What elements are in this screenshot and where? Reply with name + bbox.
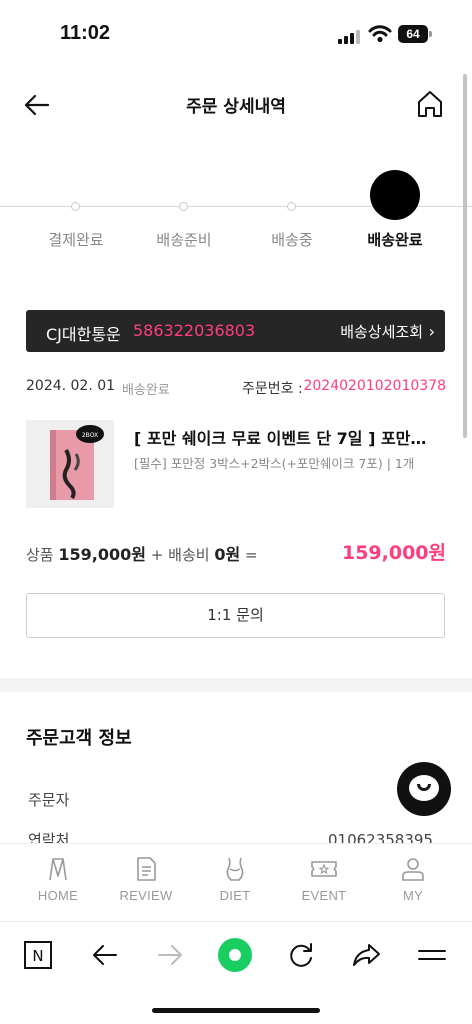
order-status: 배송완료: [122, 383, 170, 398]
step-active-marker: [370, 170, 420, 220]
product-name[interactable]: [ 포만 쉐이크 무료 이벤트 단 7일 ] 포만정 3박스+2박스: [134, 425, 434, 449]
product-option: [필수] 포만정 3박스+2박스(+포만쉐이크 7포) | 1개: [134, 456, 415, 471]
shipping-label: 배송비: [168, 546, 210, 564]
delivery-progress: 결제완료 배송준비 배송중 배송완료: [0, 160, 472, 260]
courier-name: CJ대한통운: [46, 325, 121, 344]
signal-icon: [338, 28, 362, 44]
status-bar: 11:02 64: [0, 0, 472, 70]
step-label-paid: 결제완료: [48, 231, 104, 249]
customer-info-title: 주문고객 정보: [26, 728, 132, 749]
menu-icon[interactable]: [416, 939, 448, 971]
price-breakdown: 상품 159,000원 + 배송비 0원 =: [26, 541, 258, 565]
wifi-icon: [368, 25, 392, 43]
step-dot: [179, 202, 188, 211]
order-date: 2024. 02. 01: [26, 378, 116, 394]
product-price-label: 상품: [26, 546, 54, 564]
nav-label-event: EVENT: [301, 888, 347, 903]
browser-toolbar: N: [0, 921, 472, 989]
battery-tip: [429, 31, 432, 37]
tracking-number: 586322036803: [133, 321, 256, 340]
equals-sign: =: [244, 546, 258, 564]
ticket-icon: [311, 861, 337, 877]
diet-icon: [226, 857, 244, 881]
bottom-nav: HOME REVIEW DIET EVENT MY: [0, 843, 472, 921]
nav-my[interactable]: MY: [369, 856, 457, 916]
step-dot: [71, 202, 80, 211]
nav-diet[interactable]: DIET: [191, 856, 279, 916]
product-thumbnail: 2BOX: [26, 420, 114, 508]
page-title: 주문 상세내역: [186, 97, 286, 117]
review-icon: [137, 857, 156, 881]
nav-label-review: REVIEW: [119, 888, 173, 903]
product-item[interactable]: 2BOX [ 포만 쉐이크 무료 이벤트 단 7일 ] 포만정 3박스+2박스 …: [26, 420, 446, 512]
reload-icon[interactable]: [285, 939, 317, 971]
total-price: 159,000원: [341, 542, 446, 564]
nav-event[interactable]: EVENT: [280, 856, 368, 916]
price-summary: 상품 159,000원 + 배송비 0원 = 159,000원: [26, 538, 446, 564]
share-icon[interactable]: [350, 939, 382, 971]
status-time: 11:02: [60, 22, 111, 44]
naver-n-icon[interactable]: N: [22, 939, 54, 971]
green-dot-icon[interactable]: [216, 936, 254, 974]
n-letter: N: [32, 947, 43, 965]
section-divider: [0, 678, 472, 692]
home-icon[interactable]: [416, 89, 444, 119]
user-icon: [402, 858, 424, 881]
order-number-label: 주문번호 :: [242, 381, 303, 397]
thumb-badge: 2BOX: [82, 432, 98, 439]
tracking-bar[interactable]: CJ대한통운 586322036803 배송상세조회 ›: [26, 310, 445, 352]
product-price: 159,000원: [58, 545, 146, 564]
home-nav-icon: [49, 858, 67, 881]
nav-label-home: HOME: [37, 888, 79, 903]
orderer-label: 주문자: [28, 791, 70, 809]
nav-review[interactable]: REVIEW: [102, 856, 190, 916]
order-number: 2024020102010378: [303, 378, 446, 394]
scrollbar[interactable]: [463, 74, 467, 438]
browser-forward-icon[interactable]: [154, 939, 186, 971]
plus-sign: +: [150, 546, 164, 564]
step-label-preparing: 배송준비: [156, 231, 212, 249]
browser-back-icon[interactable]: [89, 939, 121, 971]
shipping-price: 0원: [214, 545, 241, 564]
inquiry-button[interactable]: 1:1 문의: [26, 593, 445, 638]
battery-icon: 64: [398, 25, 428, 43]
nav-home[interactable]: HOME: [14, 856, 102, 916]
step-label-shipping: 배송중: [271, 231, 313, 249]
order-meta: 2024. 02. 01 배송완료 주문번호 : 202402010201037…: [26, 376, 446, 400]
step-dot: [287, 202, 296, 211]
header: 주문 상세내역: [0, 75, 472, 135]
chevron-right-icon: ›: [428, 322, 435, 341]
home-indicator: [152, 1008, 320, 1013]
product-box-image: 2BOX: [26, 420, 114, 508]
nav-label-diet: DIET: [219, 888, 251, 903]
step-label-delivered: 배송완료: [367, 231, 423, 249]
chat-button[interactable]: [397, 762, 451, 816]
nav-label-my: MY: [402, 888, 424, 903]
tracking-detail-link[interactable]: 배송상세조회: [340, 321, 423, 342]
